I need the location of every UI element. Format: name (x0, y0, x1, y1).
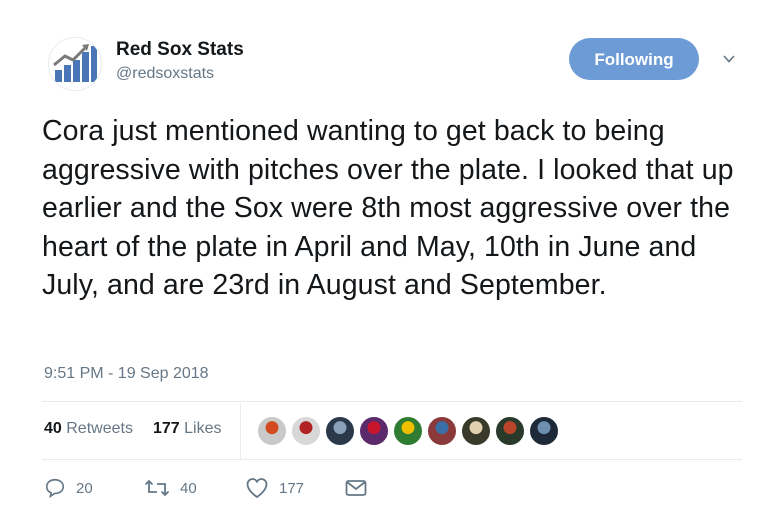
retweet-count: 40 (180, 479, 197, 497)
liker-avatar[interactable] (528, 415, 560, 447)
reply-icon (45, 478, 65, 499)
likes-stat[interactable]: 177 Likes (153, 420, 222, 438)
envelope-icon (345, 480, 367, 496)
chevron-down-icon[interactable] (721, 51, 737, 67)
tweet-timestamp[interactable]: 9:51 PM - 19 Sep 2018 (44, 365, 209, 383)
liker-avatar[interactable] (358, 415, 390, 447)
tweet-header: Red Sox Stats @redsoxstats Following (48, 33, 748, 93)
retweets-count: 40 (44, 420, 62, 437)
liker-avatar[interactable] (290, 415, 322, 447)
likes-count: 177 (153, 420, 180, 437)
likes-label: Likes (184, 420, 222, 437)
account-handle[interactable]: @redsoxstats (116, 65, 214, 83)
liker-avatar[interactable] (392, 415, 424, 447)
account-name[interactable]: Red Sox Stats (116, 39, 244, 61)
account-avatar[interactable] (48, 37, 102, 91)
retweet-button[interactable]: 40 (144, 476, 197, 500)
liker-avatar[interactable] (494, 415, 526, 447)
reply-button[interactable]: 20 (44, 476, 93, 500)
reply-count: 20 (76, 479, 93, 497)
retweets-label: Retweets (66, 420, 133, 437)
liker-avatar[interactable] (460, 415, 492, 447)
retweets-stat[interactable]: 40 Retweets (44, 420, 133, 438)
liker-avatar[interactable] (324, 415, 356, 447)
like-button[interactable]: 177 (245, 476, 304, 500)
tweet-text: Cora just mentioned wanting to get back … (42, 115, 734, 301)
liker-avatar[interactable] (426, 415, 458, 447)
following-button[interactable]: Following (569, 38, 699, 80)
divider (42, 459, 742, 460)
liker-avatar[interactable] (256, 415, 288, 447)
direct-message-button[interactable] (344, 476, 368, 500)
divider (42, 401, 742, 402)
stats-separator (240, 403, 241, 459)
retweet-icon (144, 479, 170, 497)
bar-chart-trending-up-icon (53, 44, 97, 82)
heart-icon (246, 478, 268, 499)
like-count: 177 (279, 479, 305, 497)
